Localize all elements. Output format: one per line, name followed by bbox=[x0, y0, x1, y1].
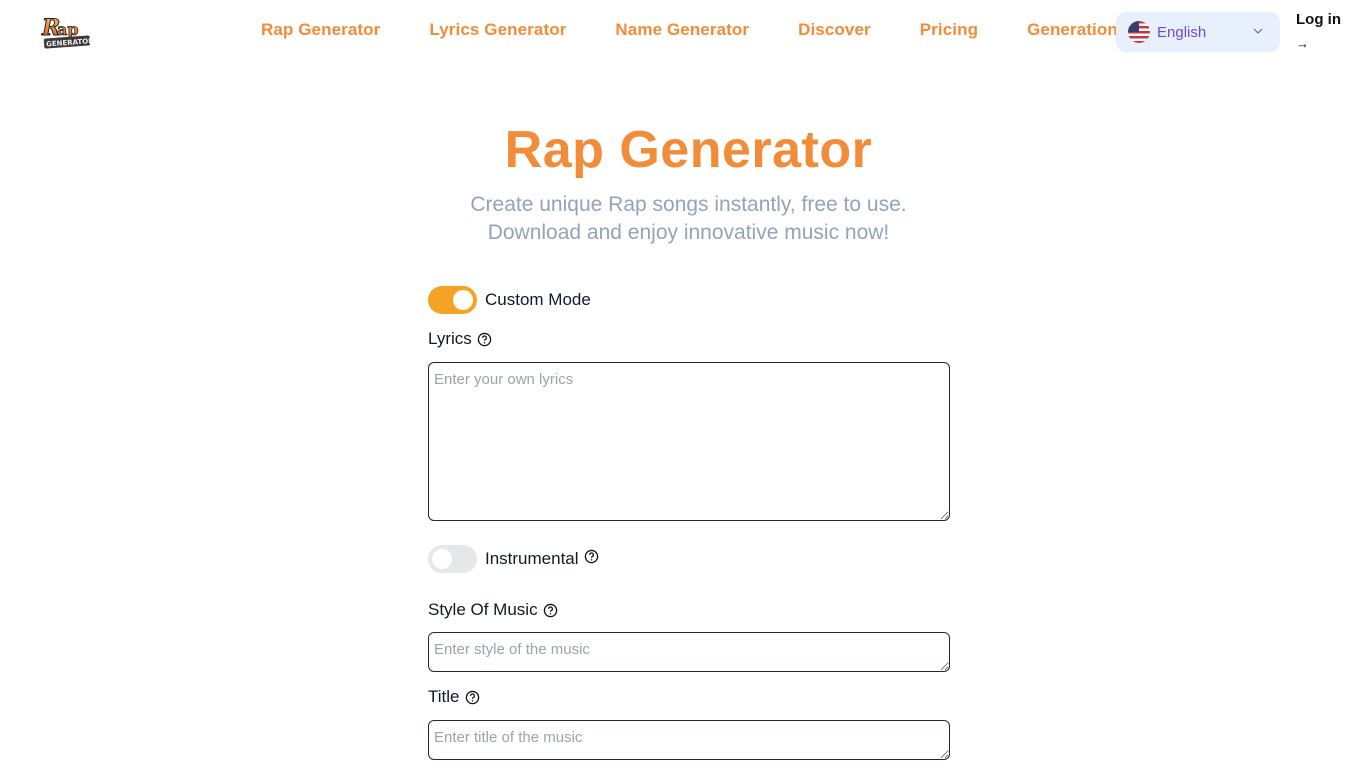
rap-generator-logo-icon: R ap GENERATOR bbox=[41, 15, 94, 49]
lyrics-label: Lyrics bbox=[428, 329, 472, 348]
page-title: Rap Generator bbox=[504, 121, 873, 179]
toggle-knob bbox=[453, 290, 473, 310]
arrow-right-icon: → bbox=[1296, 36, 1309, 51]
style-input[interactable] bbox=[428, 632, 950, 672]
chevron-down-icon bbox=[1253, 28, 1263, 34]
language-label: English bbox=[1157, 23, 1207, 41]
login-link[interactable]: Log in → bbox=[1296, 10, 1341, 54]
title-label: Title bbox=[428, 687, 460, 706]
nav-rap-generator[interactable]: Rap Generator bbox=[261, 20, 380, 40]
lyrics-label-row: Lyrics bbox=[428, 329, 492, 349]
custom-mode-row: Custom Mode bbox=[428, 286, 591, 314]
style-label-row: Style Of Music bbox=[428, 600, 558, 620]
header: R ap GENERATOR Rap Generator Lyrics Gene… bbox=[0, 0, 1360, 64]
help-circle-icon[interactable] bbox=[477, 332, 492, 347]
language-select[interactable]: English bbox=[1116, 12, 1280, 52]
title-label-row: Title bbox=[428, 687, 480, 707]
help-circle-icon[interactable] bbox=[584, 549, 599, 564]
lyrics-input[interactable] bbox=[428, 362, 950, 521]
custom-mode-label: Custom Mode bbox=[485, 290, 591, 309]
nav-name-generator[interactable]: Name Generator bbox=[615, 20, 749, 40]
style-label: Style Of Music bbox=[428, 600, 538, 619]
toggle-knob bbox=[432, 549, 452, 569]
nav-generation[interactable]: Generation bbox=[1027, 20, 1118, 40]
title-input[interactable] bbox=[428, 720, 950, 760]
instrumental-toggle[interactable] bbox=[428, 545, 477, 573]
subtitle-line-1: Create unique Rap songs instantly, free … bbox=[470, 193, 907, 216]
nav-lyrics-generator[interactable]: Lyrics Generator bbox=[429, 20, 566, 40]
login-label: Log in bbox=[1296, 11, 1341, 28]
page-subtitle: Create unique Rap songs instantly, free … bbox=[0, 191, 1360, 247]
nav-pricing[interactable]: Pricing bbox=[920, 20, 978, 40]
us-flag-icon bbox=[1128, 21, 1150, 43]
instrumental-label: Instrumental bbox=[485, 549, 579, 568]
logo[interactable]: R ap GENERATOR bbox=[40, 13, 94, 51]
custom-mode-toggle[interactable] bbox=[428, 286, 477, 314]
instrumental-row: Instrumental bbox=[428, 545, 599, 573]
help-circle-icon[interactable] bbox=[543, 603, 558, 618]
help-circle-icon[interactable] bbox=[465, 690, 480, 705]
main-nav: Rap Generator Lyrics Generator Name Gene… bbox=[261, 20, 1167, 40]
subtitle-line-2: Download and enjoy innovative music now! bbox=[487, 221, 890, 244]
svg-text:ap: ap bbox=[57, 20, 79, 39]
nav-discover[interactable]: Discover bbox=[798, 20, 871, 40]
